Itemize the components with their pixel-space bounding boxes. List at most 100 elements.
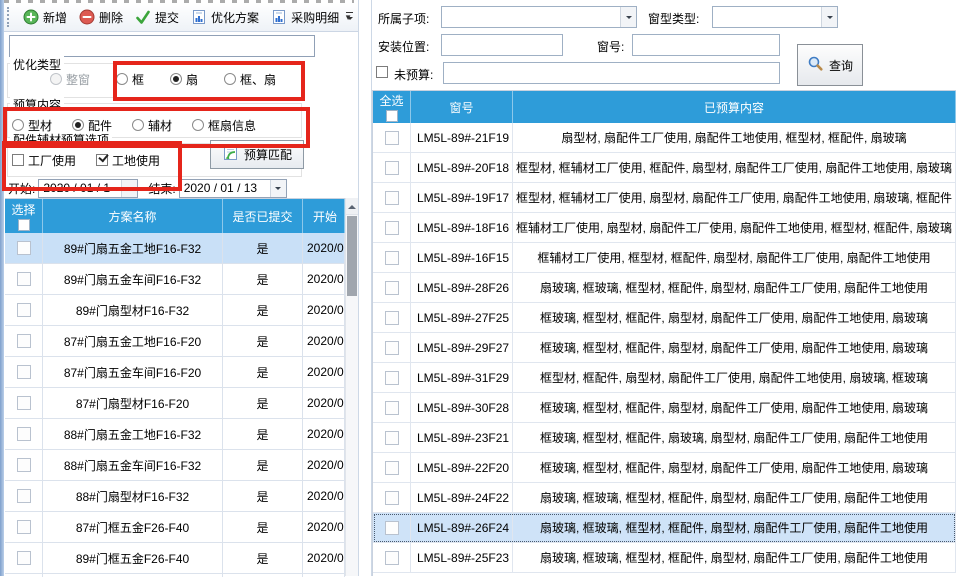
window-type-dropdown-icon[interactable] (821, 7, 837, 27)
plan-row[interactable]: 87#门框五金F26-F40是2020/0 (5, 512, 345, 543)
window-budget-row[interactable]: LM5L-89#-30F28框玻璃, 框型材, 框配件, 扇型材, 扇配件工厂使… (373, 393, 956, 423)
plan-row[interactable]: 88#门扇五金车间F16-F32是2020/0 (5, 450, 345, 481)
window-no-input[interactable] (632, 34, 780, 56)
radio-icon[interactable] (132, 119, 144, 131)
radio-icon[interactable] (170, 73, 182, 85)
submit-button[interactable]: 提交 (129, 6, 185, 29)
plan-row[interactable]: 87#门扇五金工地F16-F20是2020/0 (5, 326, 345, 357)
unbudgeted-input[interactable] (443, 62, 780, 84)
radio-icon[interactable] (12, 119, 24, 131)
plan-row[interactable]: 89#门框五金F26-F40是2020/0 (5, 543, 345, 574)
row-checkbox[interactable] (385, 521, 399, 535)
plan-header-name[interactable]: 方案名称 (43, 199, 223, 233)
row-checkbox[interactable] (385, 161, 399, 175)
row-checkbox[interactable] (385, 341, 399, 355)
row-checkbox[interactable] (17, 334, 31, 348)
window-budget-row[interactable]: LM5L-89#-19F17框型材, 框辅材工厂使用, 扇型材, 扇配件工厂使用… (373, 183, 956, 213)
radio-icon[interactable] (224, 73, 236, 85)
window-budget-row[interactable]: LM5L-89#-27F25框玻璃, 框型材, 框配件, 扇型材, 扇配件工厂使… (373, 303, 956, 333)
window-budget-row[interactable]: LM5L-89#-26F24扇玻璃, 框玻璃, 框型材, 框配件, 扇型材, 扇… (373, 513, 956, 543)
row-checkbox[interactable] (17, 520, 31, 534)
row-checkbox[interactable] (17, 272, 31, 286)
radio-option-辅材[interactable]: 辅材 (132, 117, 172, 134)
radio-option-框扇信息[interactable]: 框扇信息 (192, 117, 256, 134)
checkbox-icon[interactable] (96, 154, 108, 166)
window-budget-row[interactable]: LM5L-89#-22F20框玻璃, 框型材, 框配件, 扇型材, 扇配件工厂使… (373, 453, 956, 483)
row-checkbox[interactable] (17, 551, 31, 565)
window-budget-row[interactable]: LM5L-89#-31F29框型材, 框配件, 扇型材, 扇配件工厂使用, 扇配… (373, 363, 956, 393)
radio-option-扇[interactable]: 扇 (170, 71, 198, 88)
row-checkbox[interactable] (385, 131, 399, 145)
row-checkbox[interactable] (385, 311, 399, 325)
window-budget-row[interactable]: LM5L-89#-16F15框辅材工厂使用, 框型材, 框配件, 扇型材, 扇配… (373, 243, 956, 273)
window-budget-row[interactable]: LM5L-89#-24F22扇玻璃, 框玻璃, 框型材, 框配件, 扇型材, 扇… (373, 483, 956, 513)
row-checkbox[interactable] (17, 489, 31, 503)
window-budget-row[interactable]: LM5L-89#-29F27框玻璃, 框型材, 框配件, 扇型材, 扇配件工厂使… (373, 333, 956, 363)
radio-option-框[interactable]: 框 (116, 71, 144, 88)
window-budget-row[interactable]: LM5L-89#-21F19扇型材, 扇配件工厂使用, 扇配件工地使用, 框型材… (373, 123, 956, 153)
budget-match-button[interactable]: 预算匹配 (210, 140, 304, 169)
row-checkbox[interactable] (385, 401, 399, 415)
radio-option-型材[interactable]: 型材 (12, 117, 52, 134)
scroll-up-icon[interactable] (346, 198, 358, 215)
checkbox-option-工地使用[interactable]: 工地使用 (96, 152, 160, 169)
radio-option-框、扇[interactable]: 框、扇 (224, 71, 276, 88)
plan-header-submitted[interactable]: 是否已提交 (223, 199, 303, 233)
select-all-windows-checkbox[interactable] (386, 110, 398, 122)
toolbar-grip[interactable] (7, 7, 11, 27)
row-checkbox[interactable] (17, 241, 31, 255)
window-budget-row[interactable]: LM5L-89#-25F23扇玻璃, 框玻璃, 框型材, 框配件, 扇型材, 扇… (373, 543, 956, 573)
radio-icon[interactable] (72, 119, 84, 131)
plan-table-scrollbar[interactable] (345, 198, 358, 576)
sub-item-dropdown-icon[interactable] (620, 7, 636, 27)
row-checkbox[interactable] (17, 427, 31, 441)
row-checkbox[interactable] (385, 551, 399, 565)
radio-icon[interactable] (116, 73, 128, 85)
row-checkbox[interactable] (385, 191, 399, 205)
radio-option-配件[interactable]: 配件 (72, 117, 112, 134)
toolbar-overflow-button[interactable] (343, 8, 356, 27)
plan-row[interactable]: 87#门扇五金车间F16-F20是2020/0 (5, 357, 345, 388)
plan-row[interactable]: 89#门扇型材F16-F32是2020/0 (5, 295, 345, 326)
row-checkbox[interactable] (385, 431, 399, 445)
start-date-dropdown-icon[interactable] (121, 180, 137, 197)
row-checkbox[interactable] (385, 281, 399, 295)
row-checkbox[interactable] (17, 303, 31, 317)
end-date-picker[interactable]: 2020 / 01 / 13 (179, 179, 287, 198)
query-button[interactable]: 查询 (797, 44, 863, 86)
add-button[interactable]: 新增 (17, 6, 73, 29)
select-all-checkbox[interactable] (18, 219, 30, 231)
row-checkbox[interactable] (385, 491, 399, 505)
row-checkbox[interactable] (385, 221, 399, 235)
end-date-dropdown-icon[interactable] (270, 180, 286, 197)
delete-button[interactable]: 删除 (73, 6, 129, 29)
plan-header-start[interactable]: 开始 (303, 199, 345, 233)
start-date-picker[interactable]: 2020 / 01 / 1 (38, 179, 138, 198)
row-checkbox[interactable] (17, 458, 31, 472)
plan-row[interactable]: 87#门扇型材F16-F20是2020/0 (5, 388, 345, 419)
checkbox-option-工厂使用[interactable]: 工厂使用 (12, 152, 76, 169)
sub-item-combobox[interactable] (441, 6, 637, 28)
row-checkbox[interactable] (385, 461, 399, 475)
row-checkbox[interactable] (17, 365, 31, 379)
window-budget-row[interactable]: LM5L-89#-18F16框辅材工厂使用, 扇型材, 扇配件工厂使用, 扇配件… (373, 213, 956, 243)
budget-header-content[interactable]: 已预算内容 (513, 91, 956, 123)
row-checkbox[interactable] (17, 396, 31, 410)
row-checkbox[interactable] (385, 371, 399, 385)
checkbox-icon[interactable] (12, 154, 24, 166)
plan-search-input[interactable] (9, 35, 315, 57)
window-budget-row[interactable]: LM5L-89#-20F18框型材, 框辅材工厂使用, 框配件, 扇型材, 扇配… (373, 153, 956, 183)
window-type-combobox[interactable] (712, 6, 838, 28)
plan-row[interactable]: 88#门扇五金工地F16-F32是2020/0 (5, 419, 345, 450)
row-checkbox[interactable] (385, 251, 399, 265)
plan-row[interactable]: 89#门扇五金车间F16-F32是2020/0 (5, 264, 345, 295)
optimize-plan-button[interactable]: 优化方案 (185, 6, 265, 29)
window-budget-row[interactable]: LM5L-89#-23F21框玻璃, 框型材, 框配件, 扇玻璃, 扇型材, 扇… (373, 423, 956, 453)
install-position-input[interactable] (441, 34, 563, 56)
radio-icon[interactable] (192, 119, 204, 131)
window-budget-row[interactable]: LM5L-89#-28F26扇玻璃, 框玻璃, 框型材, 框配件, 扇型材, 扇… (373, 273, 956, 303)
budget-header-window-no[interactable]: 窗号 (411, 91, 513, 123)
plan-row[interactable]: 89#门扇五金工地F16-F32是2020/0 (5, 233, 345, 264)
scrollbar-thumb[interactable] (347, 216, 357, 296)
plan-row[interactable]: 88#门扇型材F16-F32是2020/0 (5, 481, 345, 512)
